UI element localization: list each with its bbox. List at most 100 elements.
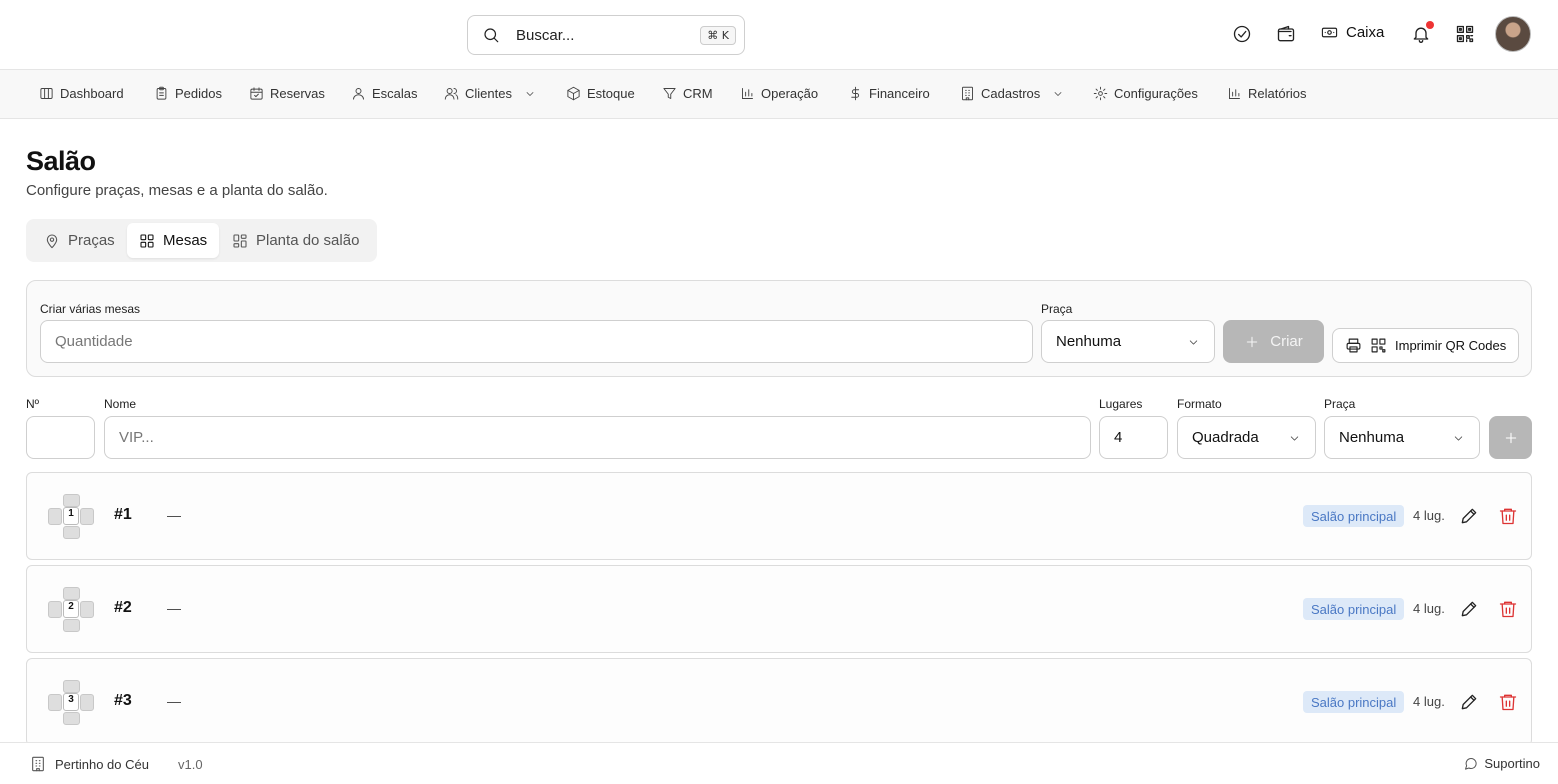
table-number: #1 — [114, 506, 132, 523]
chevron-down-icon — [526, 91, 534, 96]
delete-button[interactable] — [1498, 599, 1518, 619]
create-label: Criar — [1270, 333, 1303, 350]
footer-brand: Pertinho do Céu — [30, 756, 149, 772]
tab-pracas[interactable]: Praças — [32, 223, 127, 258]
chevron-down-icon — [1054, 91, 1062, 96]
nav-label: Pedidos — [175, 86, 222, 101]
nav-label: Operação — [761, 86, 819, 101]
nav-item-estoque[interactable]: Estoque — [566, 86, 635, 101]
plus-icon — [1247, 336, 1258, 347]
cash-icon — [1321, 27, 1338, 38]
pencil-icon[interactable] — [1459, 692, 1479, 712]
page-title: Salão — [26, 146, 96, 176]
nav-item-configuracoes[interactable]: Configurações — [1093, 86, 1198, 101]
praca-badge: Salão principal — [1303, 691, 1405, 713]
top-bar: Buscar... ⌘ K Caixa — [0, 0, 1558, 70]
tab-mesas[interactable]: Mesas — [127, 223, 220, 258]
nav-item-cadastros[interactable]: Cadastros — [960, 86, 1064, 101]
nav-label: CRM — [683, 86, 713, 101]
print-qr-button[interactable]: Imprimir QR Codes — [1332, 328, 1520, 363]
table-row[interactable]: 2 #2 — Salão principal 4 lug. — [26, 565, 1532, 653]
footer: Pertinho do Céu v1.0 Suportino — [0, 742, 1558, 784]
clipboard-icon — [156, 86, 167, 100]
table-shape-number: 1 — [63, 507, 79, 525]
trash-icon — [1499, 694, 1517, 711]
nav-label: Dashboard — [60, 86, 124, 101]
batch-praca-value: Nenhuma — [1056, 333, 1122, 350]
layout-icon — [233, 233, 247, 248]
table-number: #3 — [114, 692, 132, 709]
tab-label: Mesas — [163, 232, 208, 249]
nav-item-operacao[interactable]: Operação — [740, 86, 818, 101]
nav-item-financeiro[interactable]: Financeiro — [848, 86, 930, 101]
single-praca-select[interactable]: Nenhuma — [1324, 416, 1480, 459]
create-batch-button[interactable]: Criar — [1223, 320, 1324, 363]
support-button[interactable]: Suportino — [1463, 756, 1540, 771]
format-select[interactable]: Quadrada — [1177, 416, 1316, 459]
search-icon — [484, 28, 499, 43]
footer-brand-label: Pertinho do Céu — [55, 756, 149, 772]
table-row[interactable]: 3 #3 — Salão principal 4 lug. — [26, 658, 1532, 746]
nav-item-clientes[interactable]: Clientes — [444, 86, 536, 101]
columns-icon — [40, 88, 53, 99]
nav-label: Financeiro — [869, 86, 930, 101]
num-label: Nº — [26, 397, 40, 411]
map-pin-icon — [46, 234, 58, 248]
tab-planta[interactable]: Planta do salão — [220, 223, 371, 258]
pencil-icon[interactable] — [1459, 506, 1479, 526]
grid-icon — [140, 233, 154, 248]
search-box[interactable]: Buscar... ⌘ K — [467, 15, 745, 55]
dollar-icon — [851, 86, 860, 101]
qr-code-icon — [1371, 338, 1386, 353]
building-icon — [32, 756, 44, 772]
quantity-input[interactable]: Quantidade — [40, 320, 1033, 363]
wallet-icon[interactable] — [1276, 24, 1296, 44]
seats-count: 4 lug. — [1413, 601, 1445, 616]
table-shape-number: 2 — [63, 600, 79, 618]
name-label: Nome — [104, 397, 137, 411]
tab-label: Praças — [68, 232, 115, 249]
add-table-button[interactable] — [1489, 416, 1532, 459]
nav-label: Relatórios — [1248, 86, 1307, 101]
nav-item-dashboard[interactable]: Dashboard — [39, 86, 124, 101]
chevron-down-icon — [1290, 436, 1299, 441]
seats-count: 4 lug. — [1413, 694, 1445, 709]
qr-code-icon[interactable] — [1455, 24, 1475, 44]
page-subtitle: Configure praças, mesas e a planta do sa… — [26, 182, 328, 199]
nav-item-crm[interactable]: CRM — [662, 86, 713, 101]
num-input[interactable] — [26, 416, 95, 459]
single-praca-label: Praça — [1324, 397, 1356, 411]
chevron-down-icon — [1189, 340, 1198, 345]
name-input[interactable]: VIP... — [104, 416, 1091, 459]
caixa-label: Caixa — [1346, 24, 1385, 41]
delete-button[interactable] — [1498, 506, 1518, 526]
batch-create-card: Criar várias mesas Quantidade Praça Nenh… — [26, 280, 1532, 377]
gear-icon — [1093, 86, 1108, 101]
nav-label: Estoque — [587, 86, 635, 101]
batch-praca-select[interactable]: Nenhuma — [1041, 320, 1215, 363]
nav-item-escalas[interactable]: Escalas — [351, 86, 418, 101]
table-row[interactable]: 1 #1 — Salão principal 4 lug. — [26, 472, 1532, 560]
table-shape-number: 3 — [63, 693, 79, 711]
search-input[interactable]: Buscar... — [516, 27, 700, 44]
table-shape-icon: 3 — [47, 679, 95, 727]
print-qr-label: Imprimir QR Codes — [1395, 338, 1507, 353]
bar-chart-icon — [1229, 88, 1240, 99]
nav-item-relatorios[interactable]: Relatórios — [1227, 86, 1307, 101]
printer-icon — [1346, 338, 1361, 353]
batch-label: Criar várias mesas — [40, 302, 141, 316]
avatar[interactable] — [1495, 16, 1531, 52]
single-praca-value: Nenhuma — [1339, 429, 1405, 446]
check-circle-icon[interactable] — [1232, 24, 1252, 44]
seats-input[interactable]: 4 — [1099, 416, 1168, 459]
calendar-check-icon — [250, 87, 263, 100]
user-icon — [353, 88, 364, 100]
pencil-icon[interactable] — [1459, 599, 1479, 619]
nav-item-reservas[interactable]: Reservas — [249, 86, 325, 101]
table-name: — — [167, 507, 181, 523]
footer-version: v1.0 — [178, 757, 203, 772]
delete-button[interactable] — [1498, 692, 1518, 712]
nav-item-pedidos[interactable]: Pedidos — [154, 86, 222, 101]
caixa-button[interactable]: Caixa — [1321, 24, 1384, 41]
table-shape-icon: 1 — [47, 493, 95, 541]
